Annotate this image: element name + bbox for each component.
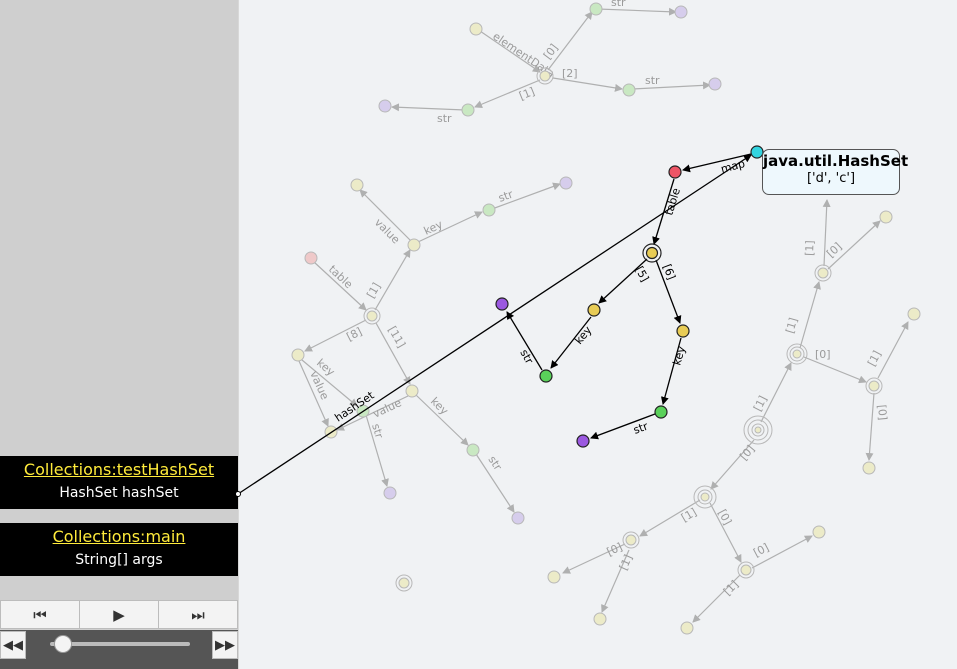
node[interactable] [559, 176, 573, 190]
edge-label: str [485, 454, 504, 474]
edge-label: [5] [632, 264, 651, 284]
faded-edge-labels: elementData [0] str [2] str [1] str valu… [307, 0, 889, 598]
node[interactable] [680, 621, 694, 635]
node[interactable] [383, 486, 397, 500]
edge-label: [1] [364, 280, 383, 300]
node[interactable] [708, 77, 722, 91]
heap-graph: elementData [0] str [2] str [1] str valu… [235, 0, 921, 635]
edge-label: key [572, 323, 595, 347]
string-node[interactable] [495, 297, 509, 311]
edge-label: [1] [617, 553, 635, 573]
char-node[interactable] [654, 405, 668, 419]
hashset-anchor [235, 491, 241, 497]
entry-node[interactable] [587, 303, 601, 317]
entry-node[interactable] [676, 324, 690, 338]
faded-nodes [291, 2, 921, 635]
edge-label: str [517, 347, 536, 366]
edge-label: [1] [783, 316, 800, 335]
object-tooltip: java.util.HashSet ['d', 'c'] [762, 149, 909, 195]
node[interactable] [304, 251, 318, 265]
edge-label: str [497, 187, 516, 204]
edge-label: [0] [875, 404, 889, 421]
node[interactable] [405, 384, 419, 398]
node[interactable] [625, 534, 637, 546]
node[interactable] [407, 238, 421, 252]
node[interactable] [593, 612, 607, 626]
node[interactable] [879, 210, 893, 224]
edge-label: [1] [803, 240, 817, 256]
tooltip-value: ['d', 'c'] [806, 171, 856, 186]
node[interactable] [539, 70, 551, 82]
tooltip-type: java.util.HashSet [763, 152, 909, 170]
node[interactable] [461, 103, 475, 117]
node[interactable] [482, 203, 496, 217]
node[interactable] [868, 380, 880, 392]
edge-label: [1] [679, 506, 699, 525]
node[interactable] [812, 525, 826, 539]
char-node[interactable] [539, 369, 553, 383]
edge-label: [2] [562, 67, 578, 80]
node[interactable] [907, 307, 921, 321]
edge-label: key [670, 344, 688, 367]
node[interactable] [740, 564, 752, 576]
node[interactable] [511, 511, 525, 525]
node[interactable] [366, 310, 378, 322]
node[interactable] [547, 570, 561, 584]
edge-label: [1] [865, 349, 884, 369]
node[interactable] [862, 461, 876, 475]
node[interactable] [674, 5, 688, 19]
node[interactable] [398, 577, 410, 589]
table-array-node[interactable] [645, 246, 659, 260]
node[interactable] [754, 426, 762, 434]
edge-label: key [422, 218, 445, 238]
edge-label: str [437, 112, 452, 125]
edge-label: [0] [715, 507, 734, 527]
node[interactable] [589, 2, 603, 16]
edge-label: [1] [721, 578, 741, 598]
edge-label: [8] [344, 325, 364, 344]
node[interactable] [622, 83, 636, 97]
edge-label: [0] [815, 348, 831, 361]
edge-label: [0] [737, 443, 757, 463]
edge-label: [0] [751, 541, 771, 560]
edge-label: str [611, 0, 626, 9]
edge-label: str [645, 74, 660, 87]
node[interactable] [466, 443, 480, 457]
node[interactable] [350, 178, 364, 192]
node[interactable] [700, 492, 710, 502]
node[interactable] [291, 348, 305, 362]
node[interactable] [792, 349, 802, 359]
node[interactable] [817, 267, 829, 279]
edge-label: str [369, 422, 386, 440]
edge-label: [0] [541, 42, 561, 62]
node[interactable] [378, 99, 392, 113]
edge-label: value [372, 216, 403, 247]
string-node[interactable] [576, 434, 590, 448]
node[interactable] [469, 22, 483, 36]
edge-label: [1] [517, 85, 536, 103]
edge-label: key [428, 395, 451, 418]
hashmap-node[interactable] [668, 165, 682, 179]
